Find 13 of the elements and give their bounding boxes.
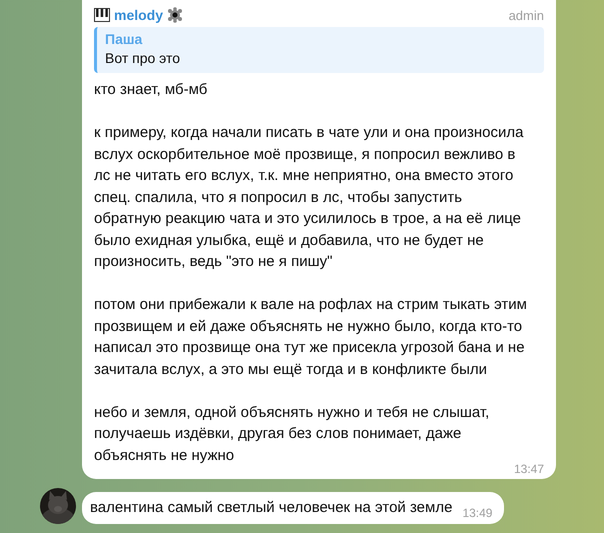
message-text: небо и земля, одной объяснять нужно и тебя не слышат, получаешь издёвки, другая без слов понимает, даже объяснять не нужно (94, 402, 490, 466)
message-text: кто знает, мб-мб (94, 80, 208, 100)
message-text: потом они прибежали к вале на рофлах на стрим тыкать этим прозвищем и ей даже объяснять не нужно было, когда кто-то написал это прозвище она тут же присекла угрозой бана и не зачитала вслух, а это мы ещё тогда и в конфликте были (94, 295, 528, 380)
quote-text: Вот про это (105, 49, 182, 68)
message-text: валентина самый светлый человечек на этой земле (90, 498, 452, 518)
message-time: 13:47 (514, 462, 544, 476)
role-label: admin (508, 8, 544, 22)
reply-quote[interactable]: Паша Вот про это (94, 27, 544, 73)
splat-icon (167, 7, 184, 23)
message-time: 13:49 (462, 506, 492, 520)
piano-icon (94, 8, 110, 22)
message-text: к примеру, когда начали писать в чате ули и она произносила вслух оскорбительное моё прозвище, я попросил вежливо в лс не читать его вслух, т.к. мне неприятно, она вместо этого спец. спалила, что я попросил в лс, чтобы запустить обратную реакцию чата и это усилилось в трое, а на её лице было ехидная улыбка, ещё и добавила, что не будет не произносить, ведь "это не я пишу" (94, 123, 524, 272)
quote-author: Паша (105, 30, 144, 49)
